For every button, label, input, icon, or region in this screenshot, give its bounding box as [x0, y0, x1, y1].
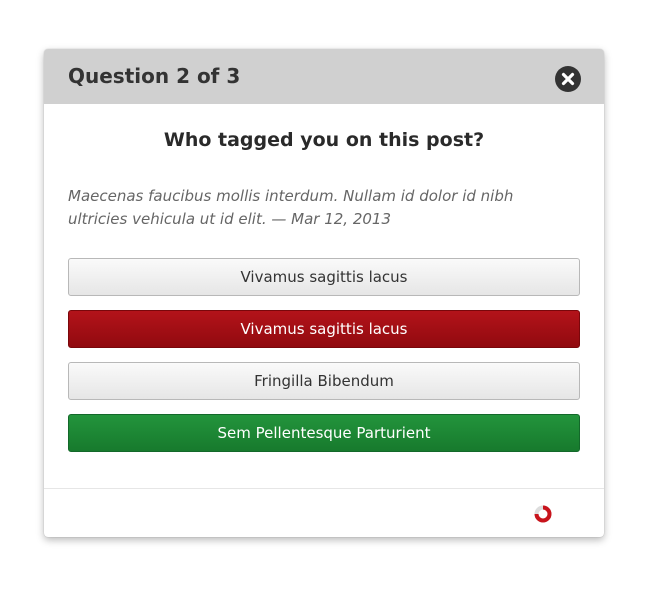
- post-context: Maecenas faucibus mollis interdum. Nulla…: [68, 187, 514, 228]
- footer-divider: [44, 488, 604, 489]
- answer-list: Vivamus sagittis lacus Vivamus sagittis …: [68, 258, 580, 466]
- answer-button-3[interactable]: Fringilla Bibendum: [68, 362, 580, 400]
- close-icon: [561, 72, 575, 86]
- close-button[interactable]: [555, 66, 581, 92]
- dialog-header: Question 2 of 3: [44, 49, 604, 104]
- question-text: Who tagged you on this post?: [163, 129, 485, 151]
- dialog-title: Question 2 of 3: [68, 64, 241, 88]
- quiz-dialog: Question 2 of 3 Who tagged you on this p…: [44, 49, 604, 537]
- answer-button-1[interactable]: Vivamus sagittis lacus: [68, 258, 580, 296]
- answer-button-4[interactable]: Sem Pellentesque Parturient: [68, 414, 580, 452]
- answer-button-2[interactable]: Vivamus sagittis lacus: [68, 310, 580, 348]
- progress-ring-icon: [534, 505, 552, 523]
